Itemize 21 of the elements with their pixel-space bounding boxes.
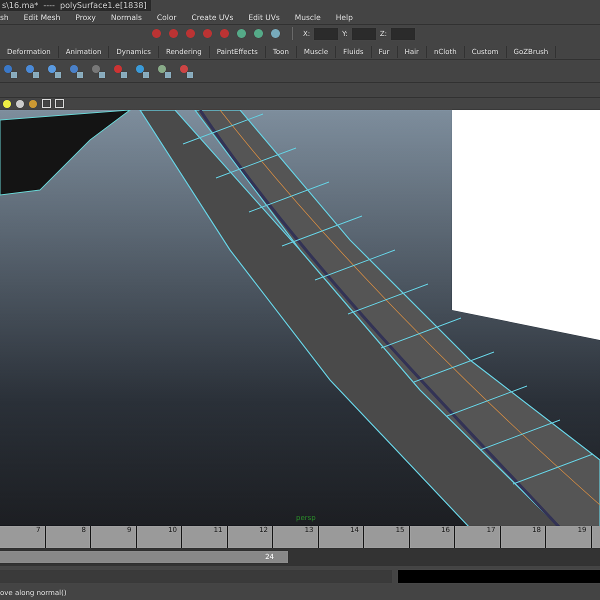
shelf-tool-icon[interactable] — [2, 62, 18, 79]
tool-icon[interactable] — [235, 27, 248, 40]
shading-icon[interactable] — [28, 98, 38, 109]
tool-icon[interactable] — [252, 27, 265, 40]
cube-icon[interactable] — [41, 98, 51, 109]
light-icon[interactable] — [2, 98, 12, 109]
shelf-tool-icon[interactable] — [134, 62, 150, 79]
tool-icon[interactable] — [269, 27, 282, 40]
shading-icon[interactable] — [15, 98, 25, 109]
shelf-tool-icon[interactable] — [24, 62, 40, 79]
shelf-tool-icon[interactable] — [156, 62, 172, 79]
shelf-tool-icon[interactable] — [112, 62, 128, 79]
shelf-tool-icon[interactable] — [178, 62, 194, 79]
window-title: s\16.ma* ---- polySurface1.e[1838] — [0, 0, 151, 11]
shelf-tool-icon[interactable] — [46, 62, 62, 79]
coord-input-field[interactable] — [391, 28, 416, 40]
coord-input-field[interactable] — [352, 28, 376, 40]
shelf-tool-icon[interactable] — [68, 62, 84, 79]
shelf-tool-icon[interactable] — [90, 62, 106, 79]
cube-icon[interactable] — [54, 98, 64, 109]
coord-input-field[interactable] — [314, 28, 338, 40]
